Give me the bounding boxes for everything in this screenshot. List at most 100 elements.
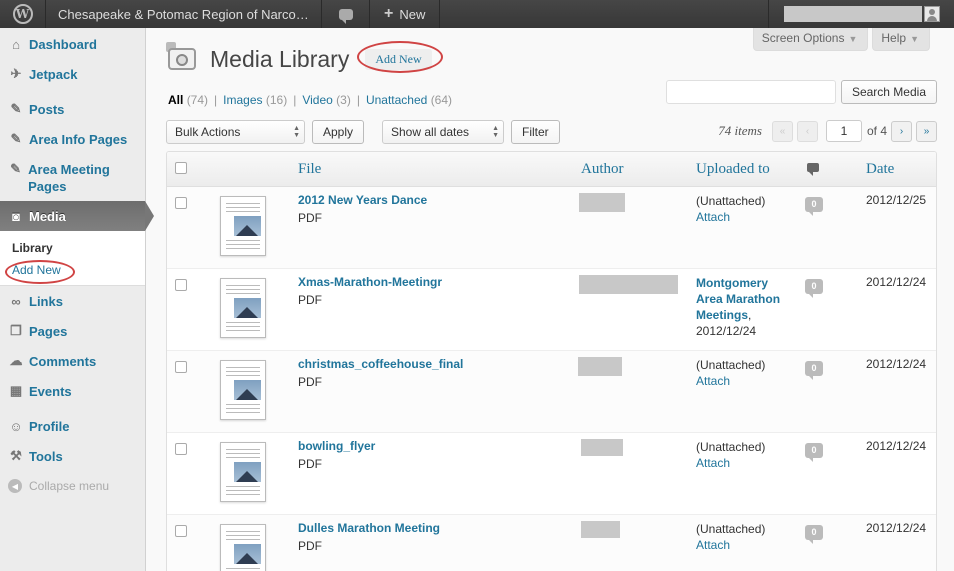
pdf-thumbnail-icon[interactable] — [220, 278, 266, 338]
file-title-link[interactable]: bowling_flyer — [298, 439, 375, 453]
row-checkbox[interactable] — [175, 279, 187, 291]
new-content-menu[interactable]: + New — [370, 0, 441, 28]
column-file[interactable]: File — [298, 161, 321, 178]
filter-button[interactable]: Filter — [511, 120, 560, 144]
select-all-checkbox[interactable] — [175, 162, 187, 174]
date-filter-select[interactable]: Show all dates ▲ ▼ — [382, 120, 504, 144]
apply-button[interactable]: Apply — [312, 120, 365, 144]
page-header: Media Library Add New — [166, 40, 444, 76]
submenu-library[interactable]: Library — [0, 237, 145, 259]
attach-link[interactable]: Attach — [696, 373, 786, 389]
filter-label: Unattached — [365, 93, 428, 107]
filter-label: All — [168, 93, 184, 107]
pages-icon: ❐ — [10, 323, 22, 338]
menu-profile[interactable]: ☺ Profile — [0, 411, 145, 441]
pdf-thumbnail-icon[interactable] — [220, 360, 266, 420]
filter-all[interactable]: All (74) — [168, 93, 208, 107]
site-name-label: Chesapeake & Potomac Region of Narco… — [58, 6, 309, 22]
menu-label: Pages — [29, 323, 68, 339]
parent-post-title: Montgomery Area Marathon Meetings — [696, 276, 781, 322]
file-title-link[interactable]: 2012 New Years Dance — [298, 193, 427, 207]
wordpress-logo-menu[interactable]: W — [0, 0, 46, 28]
comment-count-bubble[interactable]: 0 — [805, 279, 823, 298]
prev-page-button[interactable]: ‹ — [796, 120, 818, 142]
comment-count-bubble[interactable]: 0 — [805, 361, 823, 380]
menu-posts[interactable]: ✎ Posts — [0, 94, 145, 124]
screen-options-toggle[interactable]: Screen Options ▼ — [752, 28, 869, 51]
row-checkbox[interactable] — [175, 197, 187, 209]
pagination: 74 items « ‹ 1 of 4 › » — [718, 120, 937, 142]
submenu-add-new[interactable]: Add New — [0, 259, 145, 284]
comment-count-bubble[interactable]: 0 — [805, 197, 823, 216]
filter-video[interactable]: Video (3) — [302, 93, 351, 107]
admin-sidebar: ⌂ Dashboard ✈ Jetpack ✎ Posts ✎ Area Inf… — [0, 28, 154, 571]
row-checkbox[interactable] — [175, 525, 187, 537]
attach-link[interactable]: Attach — [696, 537, 786, 553]
bulk-actions-select[interactable]: Bulk Actions ▲ ▼ — [166, 120, 305, 144]
row-checkbox[interactable] — [175, 361, 187, 373]
file-title-link[interactable]: christmas_coffeehouse_final — [298, 357, 463, 371]
date-cell: 2012/12/24 — [866, 357, 927, 371]
filter-images[interactable]: Images (16) — [223, 93, 287, 107]
next-page-button[interactable]: › — [891, 120, 912, 142]
parent-post-link[interactable]: Montgomery Area Marathon Meetings — [696, 276, 780, 322]
page-title: Media Library — [210, 45, 350, 72]
unattached-label: (Unattached) — [696, 440, 766, 454]
menu-dashboard[interactable]: ⌂ Dashboard — [0, 29, 145, 59]
menu-label: Collapse menu — [29, 479, 110, 493]
filter-count: (64) — [430, 93, 453, 107]
menu-jetpack[interactable]: ✈ Jetpack — [0, 59, 145, 89]
calendar-icon: ▦ — [9, 383, 23, 398]
author-redacted — [581, 439, 623, 456]
filter-separator: | — [293, 93, 297, 107]
menu-media[interactable]: ◙ Media — [0, 201, 154, 231]
comments-menu[interactable] — [322, 0, 370, 28]
camera-icon: ◙ — [12, 208, 20, 224]
collapse-menu-button[interactable]: ◀ Collapse menu — [0, 471, 145, 501]
menu-area-info-pages[interactable]: ✎ Area Info Pages — [0, 124, 145, 154]
file-title-link[interactable]: Dulles Marathon Meeting — [298, 521, 440, 535]
view-filters: All (74) | Images (16) | Video (3) | Una… — [168, 93, 452, 107]
search-input[interactable] — [665, 80, 836, 104]
highlight-circle — [5, 260, 75, 284]
filter-count: (74) — [186, 93, 209, 107]
screen-meta-links: Screen Options ▼ Help ▼ — [752, 28, 930, 51]
comment-count-bubble[interactable]: 0 — [805, 443, 823, 462]
menu-events[interactable]: ▦ Events — [0, 376, 145, 406]
filter-unattached[interactable]: Unattached (64) — [366, 93, 452, 107]
column-date[interactable]: Date — [866, 161, 894, 178]
search-box: Search Media — [665, 80, 937, 104]
uploaded-to-cell: (Unattached) Attach — [696, 439, 786, 471]
attach-link[interactable]: Attach — [696, 455, 786, 471]
select-arrows-icon: ▲ ▼ — [492, 125, 499, 139]
menu-tools[interactable]: ⚒ Tools — [0, 441, 145, 471]
menu-links[interactable]: ∞ Links — [0, 286, 145, 316]
pdf-thumbnail-icon[interactable] — [220, 196, 266, 256]
my-account-menu[interactable] — [768, 0, 954, 28]
file-type: PDF — [298, 211, 322, 225]
file-type: PDF — [298, 457, 322, 471]
menu-area-meeting-pages[interactable]: ✎ Area Meeting Pages — [0, 154, 145, 201]
tablenav-top: Bulk Actions ▲ ▼ Apply Show all dates ▲ ▼ … — [166, 120, 937, 146]
row-checkbox[interactable] — [175, 443, 187, 455]
total-pages: of 4 — [866, 124, 887, 138]
file-title-link[interactable]: Xmas-Marathon-Meetingr — [298, 275, 442, 289]
site-name-link[interactable]: Chesapeake & Potomac Region of Narco… — [46, 0, 322, 28]
current-page-input[interactable]: 1 — [825, 120, 862, 142]
pdf-thumbnail-icon[interactable] — [220, 442, 266, 502]
last-page-button[interactable]: » — [916, 120, 937, 142]
column-author[interactable]: Author — [581, 161, 624, 178]
help-toggle[interactable]: Help ▼ — [872, 28, 930, 51]
filter-separator: | — [356, 93, 360, 107]
column-uploaded-to[interactable]: Uploaded to — [696, 161, 770, 178]
menu-pages[interactable]: ❐ Pages — [0, 316, 145, 346]
attach-link[interactable]: Attach — [696, 209, 786, 225]
menu-comments[interactable]: ☁ Comments — [0, 346, 145, 376]
pdf-thumbnail-icon[interactable] — [220, 524, 266, 571]
search-media-button[interactable]: Search Media — [840, 80, 937, 104]
add-new-button[interactable]: Add New — [357, 40, 444, 73]
comment-count-bubble[interactable]: 0 — [805, 525, 823, 544]
parent-post-date: 2012/12/24 — [696, 324, 757, 338]
first-page-button[interactable]: « — [771, 120, 793, 142]
uploaded-to-cell: (Unattached) Attach — [696, 521, 786, 553]
